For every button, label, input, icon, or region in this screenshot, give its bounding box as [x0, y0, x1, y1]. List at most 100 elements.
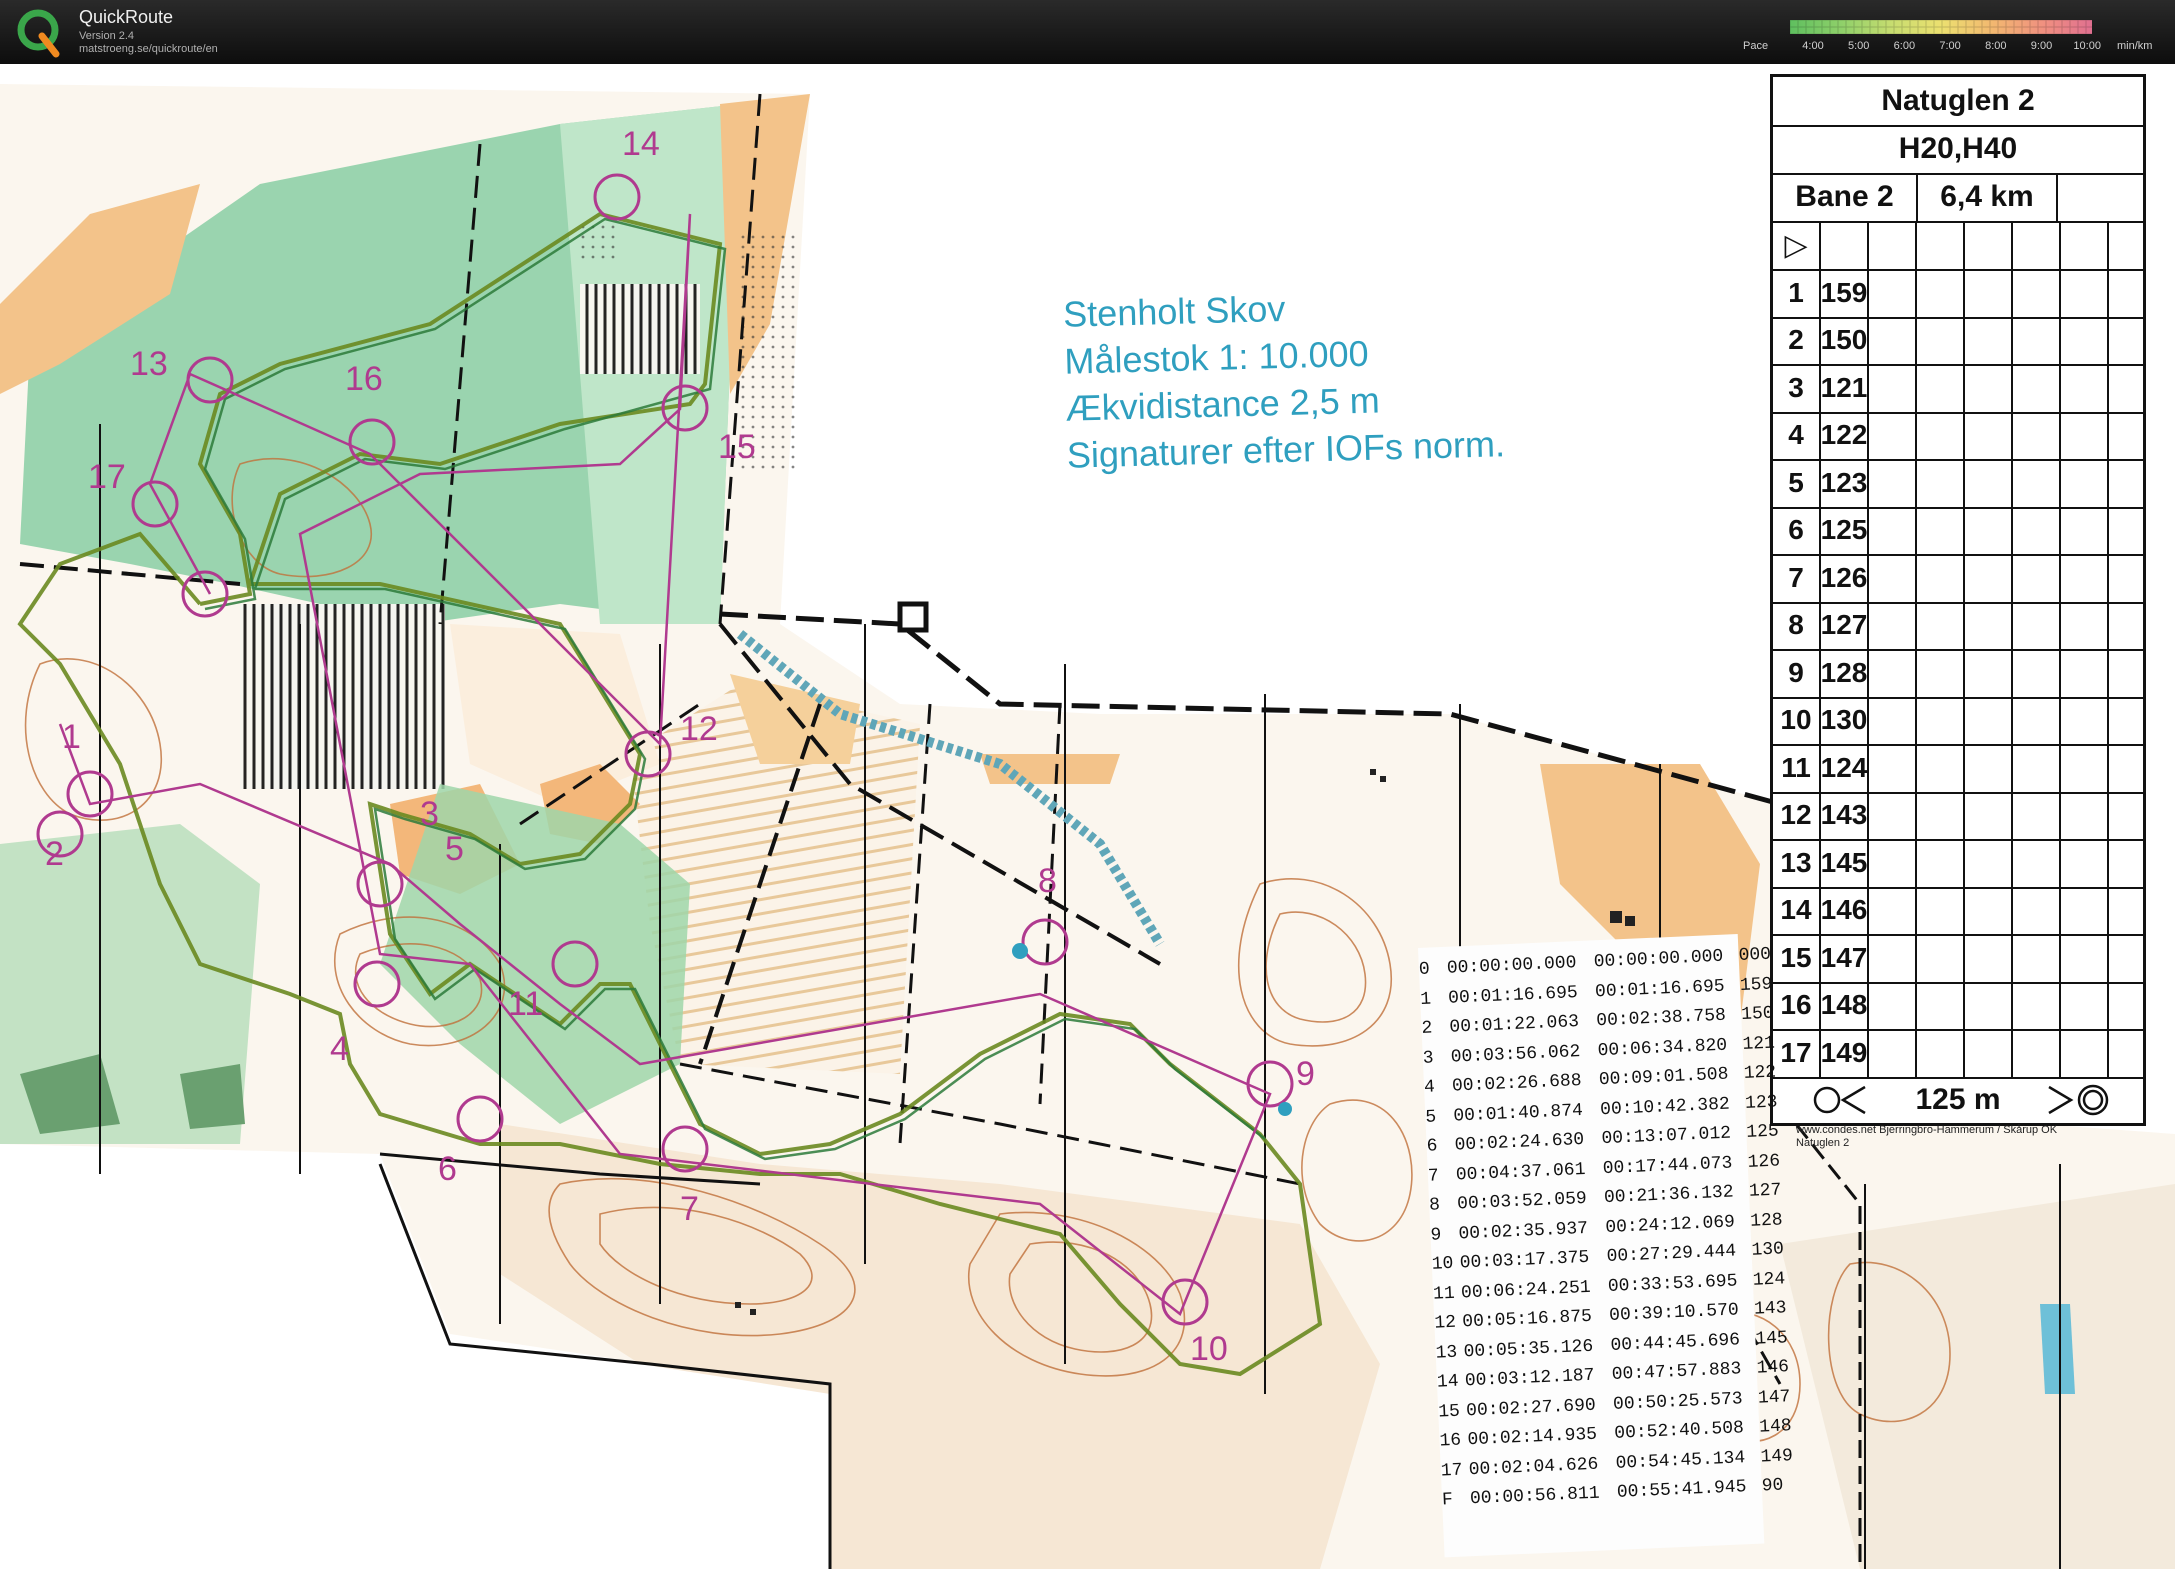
app-title: QuickRoute	[79, 7, 174, 27]
app-version: Version 2.4	[79, 30, 135, 42]
desc-symbol-cell	[2061, 934, 2109, 982]
split-control-code: 146	[1756, 1357, 1790, 1379]
control-number-label: 17	[88, 458, 126, 496]
desc-symbol-cell	[1869, 744, 1917, 792]
split-leg-time: 00:01:40.874	[1452, 1100, 1584, 1127]
split-control-code: 150	[1740, 1003, 1775, 1025]
control-sequence-number: 5	[1773, 459, 1821, 507]
desc-symbol-cell	[2061, 649, 2109, 697]
split-control-number: 9	[1430, 1224, 1442, 1246]
desc-symbol-cell	[2013, 696, 2061, 744]
desc-finish-row: 125 m	[1773, 1077, 2143, 1123]
desc-control-row: 9 128	[1773, 649, 2143, 699]
desc-symbol-cell	[1869, 934, 1917, 982]
desc-symbol-cell	[1965, 981, 2013, 1029]
desc-symbol-cell	[2061, 981, 2109, 1029]
split-control-number: 14	[1436, 1371, 1459, 1393]
desc-symbol-cell	[2061, 364, 2109, 412]
desc-symbol-cell	[1869, 364, 1917, 412]
desc-symbol-cell	[2013, 1029, 2061, 1077]
pace-unit: min/km	[2117, 40, 2153, 52]
control-sequence-number: 3	[1773, 364, 1821, 412]
split-control-number: 3	[1422, 1047, 1435, 1069]
split-total-time: 00:27:29.444	[1606, 1241, 1737, 1268]
desc-symbol-cell	[2061, 601, 2109, 649]
course-name: Bane 2	[1773, 173, 1918, 221]
desc-symbol-cell	[1917, 364, 1965, 412]
split-total-time: 00:01:16.695	[1594, 976, 1726, 1002]
desc-symbol-cell	[1869, 506, 1917, 554]
desc-start-row: ▷	[1773, 221, 2143, 271]
split-total-time: 00:55:41.945	[1616, 1477, 1747, 1503]
map-building	[897, 601, 929, 633]
control-sequence-number: 12	[1773, 791, 1821, 839]
desc-symbol-cell	[1917, 601, 1965, 649]
split-control-code: 124	[1752, 1268, 1786, 1291]
split-leg-time: 00:03:17.375	[1459, 1247, 1590, 1274]
desc-symbol-cell	[1965, 696, 2013, 744]
control-sequence-number: 6	[1773, 506, 1821, 554]
control-code: 126	[1821, 554, 1869, 602]
desc-symbol-cell	[1965, 269, 2013, 317]
control-code: 123	[1821, 459, 1869, 507]
desc-symbol-cell	[2013, 554, 2061, 602]
split-leg-time: 00:01:22.063	[1449, 1012, 1580, 1038]
desc-symbol-cell	[1869, 696, 1917, 744]
split-leg-time: 00:02:26.688	[1451, 1071, 1583, 1097]
split-leg-time: 00:00:56.811	[1469, 1483, 1601, 1510]
control-code: 121	[1821, 364, 1869, 412]
desc-symbol-cell	[2013, 934, 2061, 982]
control-sequence-number: 16	[1773, 981, 1821, 1029]
course-length: 6,4 km	[1918, 173, 2058, 221]
control-number-label: 10	[1190, 1330, 1228, 1368]
split-leg-time: 00:06:24.251	[1460, 1277, 1592, 1303]
desc-symbol-cell	[2061, 839, 2109, 887]
app-url-link[interactable]: matstroeng.se/quickroute/en	[79, 43, 218, 55]
split-control-code: 123	[1744, 1091, 1778, 1114]
desc-control-row: 11 124	[1773, 744, 2143, 794]
control-sequence-number: 14	[1773, 886, 1821, 934]
desc-control-row: 15 147	[1773, 934, 2143, 984]
split-control-number: F	[1441, 1490, 1454, 1511]
desc-symbol-cell	[1869, 554, 1917, 602]
start-symbol: ▷	[1773, 221, 1821, 269]
control-sequence-number: 1	[1773, 269, 1821, 317]
control-code: 128	[1821, 649, 1869, 697]
split-total-time: 00:13:07.012	[1601, 1123, 1732, 1150]
desc-symbol-cell	[2061, 506, 2109, 554]
map-title: Stenholt Skov Målestok 1: 10.000 Ækvidis…	[1063, 279, 1506, 478]
desc-symbol-cell	[1869, 316, 1917, 364]
desc-symbol-cell	[2061, 696, 2109, 744]
finish-from-control-icon	[1813, 1085, 1866, 1115]
split-total-time: 00:39:10.570	[1608, 1300, 1740, 1326]
desc-symbol-cell	[2061, 554, 2109, 602]
split-control-code: 148	[1758, 1416, 1793, 1438]
split-leg-time: 00:03:56.062	[1450, 1041, 1581, 1068]
control-number-label: 5	[445, 830, 464, 868]
control-code: 159	[1821, 269, 1869, 317]
split-total-time: 00:54:45.134	[1615, 1447, 1746, 1474]
desc-control-row: 10 130	[1773, 696, 2143, 746]
split-control-code: 143	[1753, 1298, 1787, 1320]
desc-symbol-cell	[2061, 791, 2109, 839]
control-code: 122	[1821, 411, 1869, 459]
desc-control-row: 4 122	[1773, 411, 2143, 461]
desc-symbol-cell	[1869, 459, 1917, 507]
split-control-code: 149	[1760, 1445, 1794, 1468]
desc-symbol-cell	[1869, 269, 1917, 317]
desc-symbol-cell	[2061, 744, 2109, 792]
split-total-time: 00:50:25.573	[1612, 1388, 1744, 1415]
control-number-label: 16	[345, 360, 383, 398]
desc-symbol-cell	[1917, 934, 1965, 982]
split-control-code: 127	[1748, 1180, 1782, 1202]
pace-tick-label: 5:00	[1847, 40, 1870, 52]
desc-symbol-cell	[1965, 934, 2013, 982]
control-code: 150	[1821, 316, 1869, 364]
split-control-number: 5	[1424, 1106, 1437, 1128]
control-code: 145	[1821, 839, 1869, 887]
pace-tick-label: 9:00	[2030, 40, 2053, 52]
split-control-number: 6	[1426, 1136, 1438, 1157]
app-header: QuickRoute Version 2.4 matstroeng.se/qui…	[0, 0, 2175, 64]
desc-symbol-cell	[1917, 649, 1965, 697]
control-number-label: 2	[45, 835, 64, 873]
